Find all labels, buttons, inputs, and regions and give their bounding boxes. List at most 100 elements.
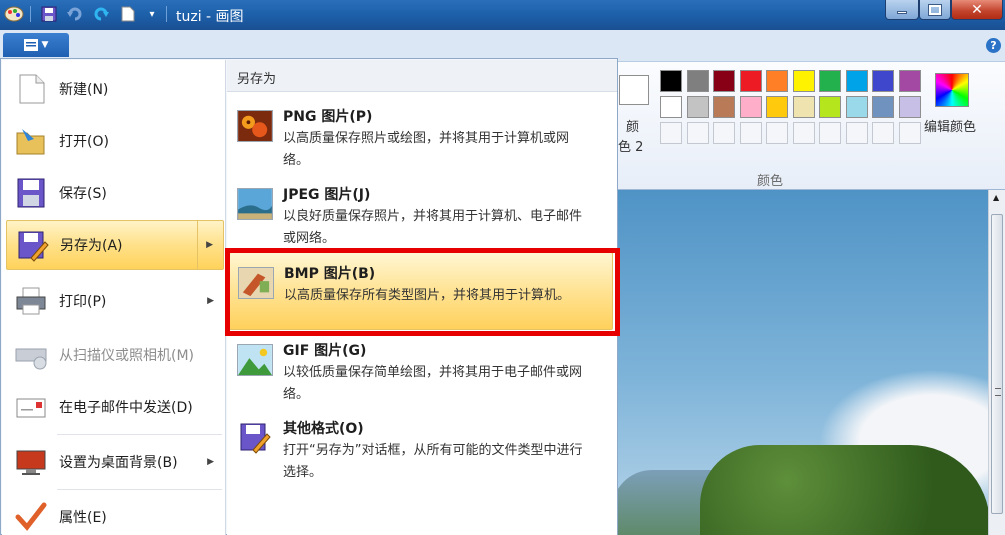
qa-separator — [166, 6, 167, 22]
submenu-arrow-icon[interactable]: ▶ — [207, 457, 214, 467]
vertical-scrollbar[interactable]: ▲ — [988, 190, 1005, 535]
custom-color-slot[interactable] — [766, 122, 788, 144]
minimize-icon — [897, 11, 907, 14]
custom-color-slot[interactable] — [819, 122, 841, 144]
menu-item-label: 属性(E) — [59, 510, 107, 526]
color-swatch[interactable] — [819, 96, 841, 118]
option-description: 以较低质量保存简单绘图，并将其用于电子邮件或网络。 — [283, 365, 583, 402]
scroll-up-icon[interactable]: ▲ — [993, 193, 999, 202]
color-swatch[interactable] — [739, 70, 762, 92]
color2-label-line2: 色 2 — [618, 140, 644, 155]
custom-color-slot[interactable] — [872, 122, 894, 144]
scrollbar-thumb[interactable] — [991, 214, 1003, 514]
color-swatch[interactable] — [739, 96, 762, 118]
color-swatch[interactable] — [845, 70, 868, 92]
save-as-gif[interactable]: GIF 图片(G) 以较低质量保存简单绘图，并将其用于电子邮件或网络。 — [229, 330, 613, 408]
close-button[interactable]: ✕ — [951, 0, 1003, 20]
printer-icon — [16, 287, 46, 315]
save-as-icon — [18, 231, 49, 262]
menu-separator — [57, 489, 222, 490]
color2-swatch[interactable] — [619, 75, 649, 105]
color2-label-line1: 颜 — [626, 120, 640, 135]
edit-colors-icon[interactable] — [935, 73, 969, 107]
gif-image-icon — [237, 344, 273, 376]
customize-quick-access-icon[interactable]: ▾ — [145, 5, 159, 23]
menu-item-save-as[interactable]: 另存为(A) ▶ — [6, 220, 224, 270]
window-title: tuzi - 画图 — [176, 9, 244, 25]
option-title: GIF 图片(G) — [283, 343, 367, 359]
save-as-jpeg[interactable]: JPEG 图片(J) 以良好质量保存照片，并将其用于计算机、电子邮件或网络。 — [229, 174, 613, 252]
app-menu-commands: 新建(N) 打开(O) 保存(S) 另存为(A) ▶ 打印(P) ▶ 从扫描仪或… — [2, 60, 226, 535]
menu-item-save[interactable]: 保存(S) — [6, 168, 224, 218]
color-swatch[interactable] — [872, 96, 894, 118]
app-menu-button[interactable]: ▼ — [3, 33, 69, 57]
option-title: 其他格式(O) — [283, 421, 364, 437]
color-swatch[interactable] — [686, 96, 709, 118]
menu-item-from-scanner[interactable]: 从扫描仪或照相机(M) — [6, 330, 224, 380]
color-swatch[interactable] — [792, 70, 815, 92]
color-swatch[interactable] — [713, 96, 735, 118]
menu-item-properties[interactable]: 属性(E) — [6, 492, 224, 535]
color-swatch[interactable] — [898, 96, 921, 118]
chevron-down-icon: ▼ — [41, 40, 49, 50]
colors-group-label: 颜色 — [757, 174, 784, 189]
checkmark-icon — [15, 502, 47, 531]
minimize-button[interactable] — [885, 0, 919, 20]
split-divider — [197, 221, 198, 269]
color-swatch[interactable] — [898, 70, 921, 92]
custom-color-slot[interactable] — [713, 122, 735, 144]
scanner-icon — [15, 348, 47, 370]
custom-color-slot[interactable] — [898, 122, 921, 144]
menu-item-open[interactable]: 打开(O) — [6, 116, 224, 166]
paint-app-icon[interactable] — [4, 5, 24, 23]
menu-icon — [23, 39, 38, 51]
color-swatch[interactable] — [792, 96, 815, 118]
option-title: JPEG 图片(J) — [283, 187, 371, 203]
edit-colors-label[interactable]: 编辑颜色 — [924, 116, 976, 135]
custom-color-slot[interactable] — [686, 122, 709, 144]
png-image-icon — [237, 110, 273, 142]
canvas-trees — [700, 445, 990, 535]
menu-item-label: 打开(O) — [59, 134, 109, 150]
color-swatch[interactable] — [845, 96, 868, 118]
quick-save-icon[interactable] — [40, 5, 58, 23]
new-document-icon[interactable] — [120, 5, 136, 23]
custom-color-slot[interactable] — [845, 122, 868, 144]
submenu-arrow-icon[interactable]: ▶ — [207, 296, 214, 306]
undo-icon[interactable] — [66, 5, 84, 23]
menu-item-send-email[interactable]: 在电子邮件中发送(D) — [6, 382, 224, 432]
custom-color-slot[interactable] — [660, 122, 682, 144]
menu-item-new[interactable]: 新建(N) — [6, 64, 224, 114]
option-description: 打开“另存为”对话框，从所有可能的文件类型中进行选择。 — [283, 443, 583, 480]
option-description: 以良好质量保存照片，并将其用于计算机、电子邮件或网络。 — [283, 209, 583, 246]
qa-separator — [30, 6, 31, 22]
close-icon: ✕ — [971, 1, 983, 18]
help-icon[interactable]: ? — [986, 38, 1001, 53]
redo-icon[interactable] — [92, 5, 110, 23]
option-title: PNG 图片(P) — [283, 109, 373, 125]
submenu-header: 另存为 — [227, 60, 617, 92]
color-swatch[interactable] — [766, 70, 788, 92]
color-swatch[interactable] — [872, 70, 894, 92]
menu-item-set-desktop-background[interactable]: 设置为桌面背景(B) ▶ — [6, 437, 224, 487]
other-formats-icon — [240, 423, 271, 454]
menu-item-label: 打印(P) — [59, 294, 107, 310]
menu-separator — [57, 434, 222, 435]
color-swatch[interactable] — [660, 70, 682, 92]
menu-item-label: 新建(N) — [59, 82, 109, 98]
color-swatch[interactable] — [686, 70, 709, 92]
save-as-other-formats[interactable]: 其他格式(O) 打开“另存为”对话框，从所有可能的文件类型中进行选择。 — [229, 408, 613, 486]
highlight-frame — [225, 248, 620, 336]
title-bar: ▾ tuzi - 画图 ✕ — [0, 0, 1005, 30]
maximize-button[interactable] — [919, 0, 951, 20]
save-as-png[interactable]: PNG 图片(P) 以高质量保存照片或绘图，并将其用于计算机或网络。 — [229, 96, 613, 174]
save-icon — [17, 178, 45, 208]
custom-color-slot[interactable] — [739, 122, 762, 144]
color-swatch[interactable] — [713, 70, 735, 92]
color-swatch[interactable] — [766, 96, 788, 118]
color-swatch[interactable] — [660, 96, 682, 118]
color-swatch[interactable] — [819, 70, 841, 92]
custom-color-slot[interactable] — [792, 122, 815, 144]
submenu-arrow-icon[interactable]: ▶ — [206, 240, 213, 250]
menu-item-print[interactable]: 打印(P) ▶ — [6, 276, 224, 326]
